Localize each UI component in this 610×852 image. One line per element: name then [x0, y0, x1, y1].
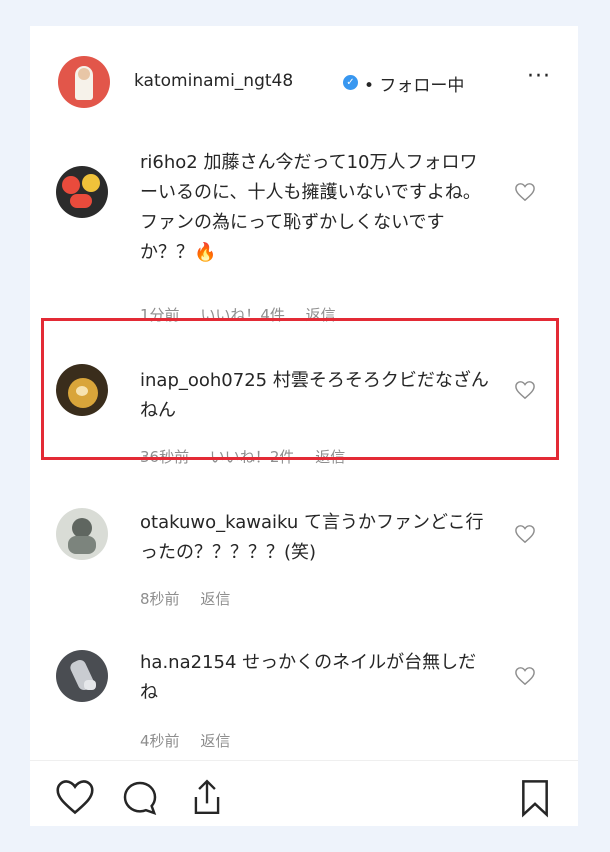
like-comment-heart-icon[interactable] — [514, 524, 536, 544]
reply-button[interactable]: 返信 — [200, 590, 230, 608]
comment-time: 8秒前 — [140, 590, 180, 608]
reply-button[interactable]: 返信 — [200, 732, 230, 750]
footer-divider — [30, 760, 578, 761]
comment-meta: 8秒前 返信 — [140, 588, 246, 609]
comment-item: ri6ho2 加藤さん今だって10万人フォロワーいるのに、十人も擁護いないですよ… — [30, 134, 578, 324]
comment-item: otakuwo_kawaiku て言うかファンどこ行ったの？？？？？(笑) 8秒… — [30, 486, 578, 616]
heart-icon[interactable] — [54, 778, 96, 816]
comment-username[interactable]: otakuwo_kawaiku — [140, 512, 298, 533]
highlight-box — [41, 318, 559, 460]
comment-username[interactable]: ri6ho2 — [140, 152, 198, 173]
comment-meta: 4秒前 返信 — [140, 730, 246, 751]
verified-badge-icon: ✓ — [343, 75, 358, 90]
like-comment-heart-icon[interactable] — [514, 666, 536, 686]
comment-username[interactable]: ha.na2154 — [140, 652, 236, 673]
like-comment-heart-icon[interactable] — [514, 182, 536, 202]
comment-time: 4秒前 — [140, 732, 180, 750]
commenter-avatar[interactable] — [56, 166, 108, 218]
post-header: katominami_ngt48 ✓ • フォロー中 ··· — [30, 26, 578, 134]
share-icon[interactable] — [188, 776, 226, 818]
comment-body: ha.na2154 せっかくのネイルが台無しだね — [140, 648, 490, 708]
profile-avatar[interactable] — [58, 56, 110, 108]
more-options-icon[interactable]: ··· — [527, 64, 551, 89]
comment-item: ha.na2154 せっかくのネイルが台無しだね 4秒前 返信 — [30, 626, 578, 756]
comment-body: ri6ho2 加藤さん今だって10万人フォロワーいるのに、十人も擁護いないですよ… — [140, 148, 490, 268]
bookmark-icon[interactable] — [518, 778, 552, 818]
follow-status[interactable]: • フォロー中 — [364, 71, 464, 96]
commenter-avatar[interactable] — [56, 508, 108, 560]
commenter-avatar[interactable] — [56, 650, 108, 702]
comment-icon[interactable] — [120, 778, 160, 818]
comment-body: otakuwo_kawaiku て言うかファンどこ行ったの？？？？？(笑) — [140, 508, 490, 568]
header-username[interactable]: katominami_ngt48 — [134, 71, 293, 91]
